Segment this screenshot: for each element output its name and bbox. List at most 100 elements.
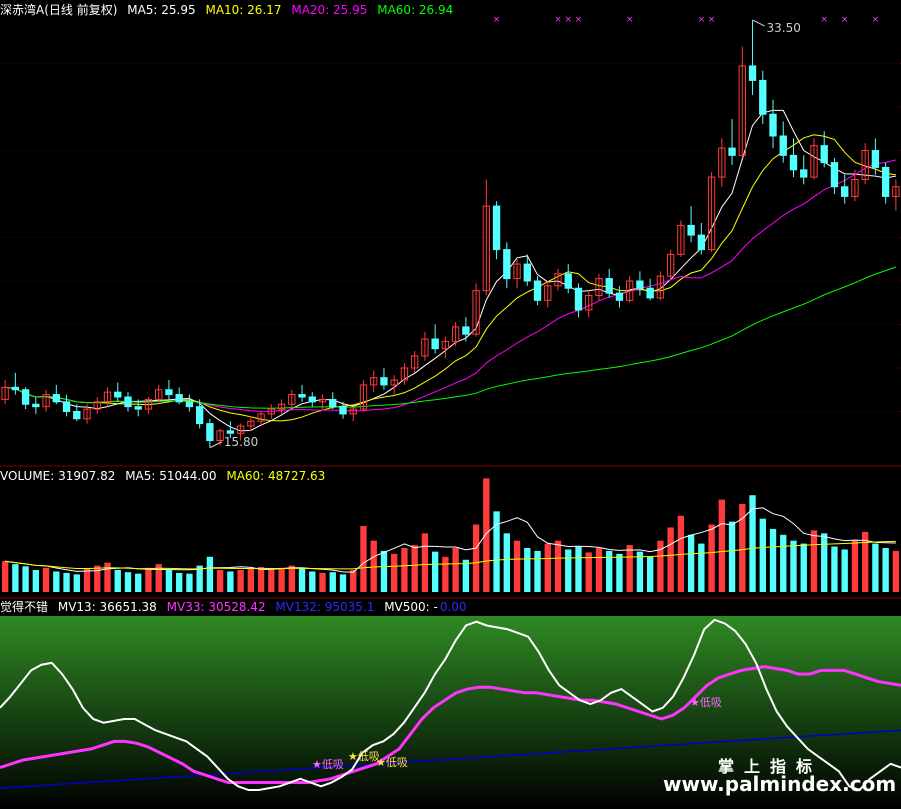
volume-bar [800,543,807,592]
volume-bar [309,571,316,592]
volume-bar [821,533,828,592]
volume-bar [237,570,244,592]
volume-bar [319,572,326,592]
mv500-number: 0.00 [439,600,467,614]
candle-body [687,224,695,236]
signal-x-marker: × [575,15,583,25]
volume-bar [104,562,111,592]
volume-bar [329,572,336,592]
volume-bar [646,556,654,592]
candle-body [226,430,235,434]
volume-bar [165,570,173,592]
top-markers: × × × × × × × × × × [493,15,879,25]
candle-body [800,169,808,178]
ma60-line [5,266,897,409]
volume-bar [524,548,531,592]
volume-bar [831,546,838,592]
volume-bar [63,572,70,592]
indicator-name: 觉得不错 [0,600,49,614]
volume-bar [370,540,377,592]
indicator-header: 觉得不错 MV13: 36651.38 MV33: 30528.42 MV132… [0,600,473,614]
signal-x-marker: × [820,15,828,25]
volume-bar [585,552,592,592]
candle-body [185,401,194,408]
candle-body [124,396,132,408]
volume-bar [728,521,736,592]
volume-bar [513,540,521,592]
candle-body [329,398,337,408]
ma10-value: MA10: 26.17 [205,3,282,17]
signal-x-marker: × [564,15,572,25]
volume-bar [206,556,214,592]
volume-bar [431,551,439,592]
candle-body [503,249,511,280]
volume-bar [687,534,695,592]
volume-bar [298,568,306,592]
watermark-url: www.palmindex.com [663,772,897,796]
volume-bar [544,543,551,592]
volume-ma5: MA5: 51044.00 [125,469,217,483]
volume-bar [186,573,193,592]
volume-bar [667,527,674,592]
volume-header: VOLUME: 31907.82 MA5: 51044.00 MA60: 487… [0,469,331,483]
signal-x-marker: × [554,15,562,25]
signal-x-marker: × [841,15,849,25]
volume-bar [32,570,40,592]
price-header: 深赤湾A(日线 前复权) MA5: 25.95 MA10: 26.17 MA20… [0,3,459,17]
price-grid [0,63,901,412]
candle-body [21,389,30,405]
candle-body [789,154,798,171]
volume-bar [114,570,121,592]
volume-bar [698,543,705,592]
high-price-label: 33.50 [767,21,801,35]
volume-bar [718,499,725,592]
volume-bar [565,549,572,592]
volume-bar [401,548,408,592]
candle-body [206,423,214,442]
volume-bar [892,550,900,592]
volume-bar [442,556,449,592]
candle-body [574,287,583,311]
volume-bar [73,574,80,592]
candle-body [615,292,624,301]
volume-bar [790,540,797,592]
candle-body [308,396,316,403]
candle-body [871,150,880,168]
volume-value: VOLUME: 31907.82 [0,469,116,483]
candle-body [134,406,142,410]
candle-body [62,401,71,413]
candle-body [769,113,777,137]
candle-body [841,186,849,197]
candle-body [175,394,183,403]
stock-name: 深赤湾A [0,3,45,17]
ma20-line [5,159,896,412]
volume-bar [42,567,50,592]
volume-bar [872,543,879,592]
volume-bar [247,568,255,592]
candlesticks [1,20,900,448]
volume-bar [483,478,490,592]
volume-bar [780,534,787,592]
volume-bar [1,561,9,592]
candle-body [165,389,173,396]
volume-bar [94,565,101,592]
volume-bar [472,524,480,592]
signal-x-marker: × [698,15,706,25]
volume-bar [135,573,142,592]
mv132-value: MV132: 95035.1 [275,600,375,614]
ma10-line [5,134,896,422]
volume-bar [350,570,357,592]
volume-bar [391,553,398,592]
candle-body [523,263,531,282]
candle-body [605,278,613,294]
volume-bar [749,495,756,592]
volume-bar [554,540,562,592]
signal-x-marker: × [872,15,880,25]
volume-bar [810,530,818,592]
volume-bar [145,567,152,592]
volume-bar [851,540,859,592]
signal-x-marker: × [493,15,501,25]
volume-bar [83,568,91,592]
volume-bar [22,566,29,592]
candle-body [73,411,81,420]
